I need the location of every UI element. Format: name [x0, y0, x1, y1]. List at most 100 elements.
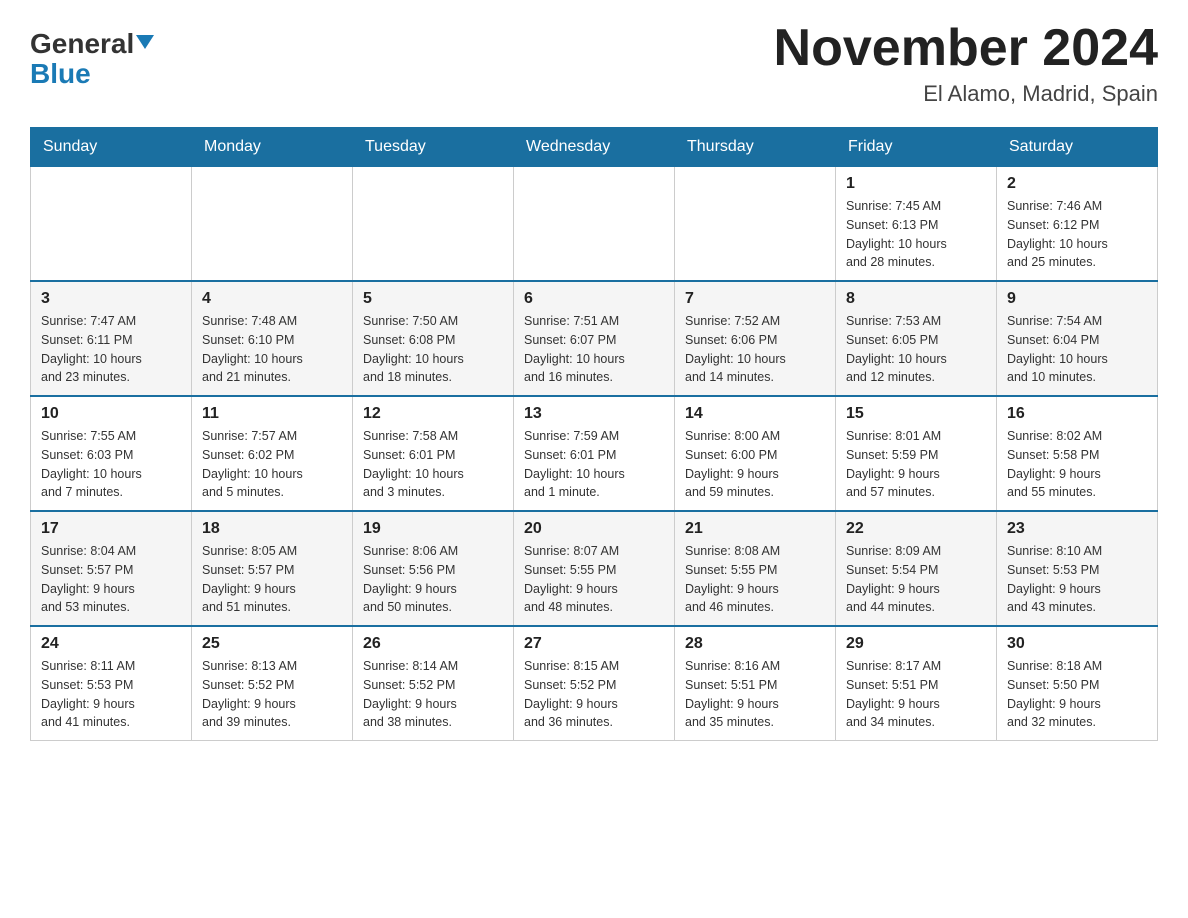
location-title: El Alamo, Madrid, Spain: [774, 81, 1158, 107]
table-row: 20 Sunrise: 8:07 AM Sunset: 5:55 PM Dayli…: [514, 511, 675, 626]
table-row: 27Sunrise: 8:15 AM Sunset: 5:52 PM Dayli…: [514, 626, 675, 741]
day-number: 6: [524, 290, 664, 308]
calendar-week-row: 24Sunrise: 8:11 AM Sunset: 5:53 PM Dayli…: [31, 626, 1158, 741]
day-number: 3: [41, 290, 181, 308]
table-row: 12 Sunrise: 7:58 AM Sunset: 6:01 PM Dayli…: [353, 396, 514, 511]
day-info: Sunrise: 7:52 AM Sunset: 6:06 PM Dayligh…: [685, 312, 825, 387]
day-info: Sunrise: 8:14 AM Sunset: 5:52 PM Dayligh…: [363, 657, 503, 732]
day-number: 7: [685, 290, 825, 308]
table-row: 18 Sunrise: 8:05 AM Sunset: 5:57 PM Dayli…: [192, 511, 353, 626]
table-row: 29Sunrise: 8:17 AM Sunset: 5:51 PM Dayli…: [836, 626, 997, 741]
day-info: Sunrise: 7:58 AM Sunset: 6:01 PM Dayligh…: [363, 427, 503, 502]
day-number: 4: [202, 290, 342, 308]
day-number: 30: [1007, 635, 1147, 653]
table-row: [675, 167, 836, 282]
day-number: 2: [1007, 175, 1147, 193]
logo: General Blue: [30, 20, 154, 88]
table-row: 22 Sunrise: 8:09 AM Sunset: 5:54 PM Dayli…: [836, 511, 997, 626]
table-row: 19 Sunrise: 8:06 AM Sunset: 5:56 PM Dayli…: [353, 511, 514, 626]
day-number: 22: [846, 520, 986, 538]
day-number: 15: [846, 405, 986, 423]
logo-blue: Blue: [30, 60, 91, 88]
day-number: 19: [363, 520, 503, 538]
table-row: 8 Sunrise: 7:53 AM Sunset: 6:05 PM Daylig…: [836, 281, 997, 396]
day-number: 17: [41, 520, 181, 538]
day-info: Sunrise: 7:50 AM Sunset: 6:08 PM Dayligh…: [363, 312, 503, 387]
day-info: Sunrise: 8:05 AM Sunset: 5:57 PM Dayligh…: [202, 542, 342, 617]
table-row: 15 Sunrise: 8:01 AM Sunset: 5:59 PM Dayli…: [836, 396, 997, 511]
table-row: 17 Sunrise: 8:04 AM Sunset: 5:57 PM Dayli…: [31, 511, 192, 626]
table-row: [514, 167, 675, 282]
header-wednesday: Wednesday: [514, 128, 675, 167]
day-number: 29: [846, 635, 986, 653]
table-row: 2 Sunrise: 7:46 AM Sunset: 6:12 PM Daylig…: [997, 167, 1158, 282]
day-info: Sunrise: 7:53 AM Sunset: 6:05 PM Dayligh…: [846, 312, 986, 387]
weekday-header-row: Sunday Monday Tuesday Wednesday Thursday…: [31, 128, 1158, 167]
calendar-table: Sunday Monday Tuesday Wednesday Thursday…: [30, 127, 1158, 741]
calendar-week-row: 3 Sunrise: 7:47 AM Sunset: 6:11 PM Daylig…: [31, 281, 1158, 396]
day-number: 26: [363, 635, 503, 653]
table-row: 14Sunrise: 8:00 AM Sunset: 6:00 PM Dayli…: [675, 396, 836, 511]
table-row: 25Sunrise: 8:13 AM Sunset: 5:52 PM Dayli…: [192, 626, 353, 741]
table-row: 5 Sunrise: 7:50 AM Sunset: 6:08 PM Daylig…: [353, 281, 514, 396]
header-tuesday: Tuesday: [353, 128, 514, 167]
day-info: Sunrise: 7:51 AM Sunset: 6:07 PM Dayligh…: [524, 312, 664, 387]
day-info: Sunrise: 8:07 AM Sunset: 5:55 PM Dayligh…: [524, 542, 664, 617]
day-number: 20: [524, 520, 664, 538]
table-row: [353, 167, 514, 282]
table-row: 28 Sunrise: 8:16 AM Sunset: 5:51 PM Dayli…: [675, 626, 836, 741]
table-row: [31, 167, 192, 282]
page-header: General Blue November 2024 El Alamo, Mad…: [30, 20, 1158, 107]
header-friday: Friday: [836, 128, 997, 167]
day-info: Sunrise: 8:08 AM Sunset: 5:55 PM Dayligh…: [685, 542, 825, 617]
table-row: 24Sunrise: 8:11 AM Sunset: 5:53 PM Dayli…: [31, 626, 192, 741]
table-row: 16 Sunrise: 8:02 AM Sunset: 5:58 PM Dayli…: [997, 396, 1158, 511]
day-info: Sunrise: 7:48 AM Sunset: 6:10 PM Dayligh…: [202, 312, 342, 387]
day-info: Sunrise: 8:09 AM Sunset: 5:54 PM Dayligh…: [846, 542, 986, 617]
day-info: Sunrise: 7:54 AM Sunset: 6:04 PM Dayligh…: [1007, 312, 1147, 387]
day-number: 11: [202, 405, 342, 423]
calendar-week-row: 10 Sunrise: 7:55 AM Sunset: 6:03 PM Dayli…: [31, 396, 1158, 511]
table-row: 21Sunrise: 8:08 AM Sunset: 5:55 PM Dayli…: [675, 511, 836, 626]
month-title: November 2024: [774, 20, 1158, 77]
day-number: 12: [363, 405, 503, 423]
day-info: Sunrise: 7:47 AM Sunset: 6:11 PM Dayligh…: [41, 312, 181, 387]
table-row: 23 Sunrise: 8:10 AM Sunset: 5:53 PM Dayli…: [997, 511, 1158, 626]
table-row: 9 Sunrise: 7:54 AM Sunset: 6:04 PM Daylig…: [997, 281, 1158, 396]
table-row: 7 Sunrise: 7:52 AM Sunset: 6:06 PM Daylig…: [675, 281, 836, 396]
day-number: 16: [1007, 405, 1147, 423]
day-info: Sunrise: 8:00 AM Sunset: 6:00 PM Dayligh…: [685, 427, 825, 502]
logo-triangle-icon: [136, 35, 154, 49]
day-number: 23: [1007, 520, 1147, 538]
day-info: Sunrise: 8:18 AM Sunset: 5:50 PM Dayligh…: [1007, 657, 1147, 732]
day-info: Sunrise: 8:01 AM Sunset: 5:59 PM Dayligh…: [846, 427, 986, 502]
day-info: Sunrise: 8:04 AM Sunset: 5:57 PM Dayligh…: [41, 542, 181, 617]
day-info: Sunrise: 8:13 AM Sunset: 5:52 PM Dayligh…: [202, 657, 342, 732]
table-row: 11Sunrise: 7:57 AM Sunset: 6:02 PM Dayli…: [192, 396, 353, 511]
day-info: Sunrise: 7:45 AM Sunset: 6:13 PM Dayligh…: [846, 197, 986, 272]
table-row: 6 Sunrise: 7:51 AM Sunset: 6:07 PM Daylig…: [514, 281, 675, 396]
day-number: 9: [1007, 290, 1147, 308]
day-number: 8: [846, 290, 986, 308]
day-info: Sunrise: 8:16 AM Sunset: 5:51 PM Dayligh…: [685, 657, 825, 732]
calendar-week-row: 17 Sunrise: 8:04 AM Sunset: 5:57 PM Dayli…: [31, 511, 1158, 626]
table-row: 13Sunrise: 7:59 AM Sunset: 6:01 PM Dayli…: [514, 396, 675, 511]
calendar-week-row: 1Sunrise: 7:45 AM Sunset: 6:13 PM Daylig…: [31, 167, 1158, 282]
table-row: 26 Sunrise: 8:14 AM Sunset: 5:52 PM Dayli…: [353, 626, 514, 741]
day-number: 27: [524, 635, 664, 653]
day-info: Sunrise: 8:02 AM Sunset: 5:58 PM Dayligh…: [1007, 427, 1147, 502]
day-number: 10: [41, 405, 181, 423]
day-info: Sunrise: 7:46 AM Sunset: 6:12 PM Dayligh…: [1007, 197, 1147, 272]
day-number: 5: [363, 290, 503, 308]
day-number: 28: [685, 635, 825, 653]
day-number: 18: [202, 520, 342, 538]
header-monday: Monday: [192, 128, 353, 167]
day-info: Sunrise: 8:10 AM Sunset: 5:53 PM Dayligh…: [1007, 542, 1147, 617]
day-number: 13: [524, 405, 664, 423]
day-info: Sunrise: 8:11 AM Sunset: 5:53 PM Dayligh…: [41, 657, 181, 732]
day-info: Sunrise: 7:55 AM Sunset: 6:03 PM Dayligh…: [41, 427, 181, 502]
day-info: Sunrise: 8:06 AM Sunset: 5:56 PM Dayligh…: [363, 542, 503, 617]
header-sunday: Sunday: [31, 128, 192, 167]
title-section: November 2024 El Alamo, Madrid, Spain: [774, 20, 1158, 107]
table-row: [192, 167, 353, 282]
